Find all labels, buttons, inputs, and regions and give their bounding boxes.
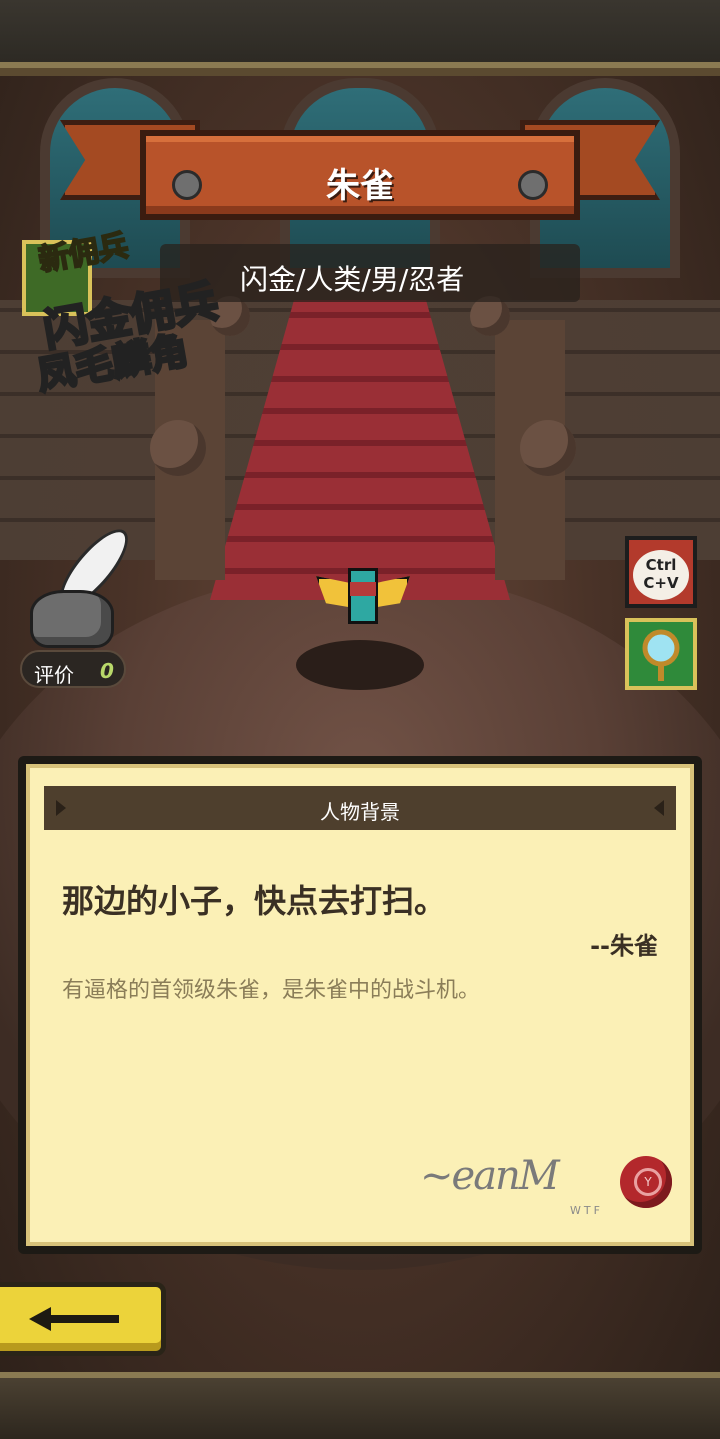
rating-button[interactable]: 评价 0 [20, 650, 126, 688]
copy-paste-button[interactable]: Ctrl C+V [625, 536, 697, 608]
mirror-icon [642, 629, 680, 681]
quote-attribution: --朱雀 [590, 932, 658, 960]
game-screen: 朱雀 闪金/人类/男/忍者 新佣兵 闪金佣兵 凤毛麟角 Ctrl C+V 评价 … [0, 0, 720, 1439]
parchment: 人物背景 那边的小子，快点去打扫。 --朱雀 有逼格的首领级朱雀，是朱雀中的战斗… [26, 764, 694, 1246]
hero-name-banner: 朱雀 [60, 100, 660, 230]
mirror-button[interactable] [625, 618, 697, 690]
hero-name: 朱雀 [326, 166, 394, 206]
signature-caption: WTF [570, 1204, 603, 1217]
banner-body: 朱雀 [140, 130, 580, 220]
hero-meta: 闪金/人类/男/忍者 [240, 263, 465, 296]
character-shadow [296, 640, 424, 690]
header-arrow-right-icon [654, 800, 664, 816]
sprite-body [348, 568, 378, 624]
panel-header: 人物背景 [44, 786, 676, 830]
bottom-frame [0, 1372, 720, 1439]
copy-paste-label: Ctrl C+V [633, 550, 689, 600]
background-panel: 人物背景 那边的小子，快点去打扫。 --朱雀 有逼格的首领级朱雀，是朱雀中的战斗… [18, 756, 702, 1254]
hero-description: 有逼格的首领级朱雀，是朱雀中的战斗机。 [62, 978, 481, 1003]
back-arrow-icon [29, 1307, 119, 1331]
rating-label: 评价 [34, 663, 74, 687]
top-frame [0, 0, 720, 76]
sprite-head [350, 582, 376, 596]
railing-post [520, 420, 576, 476]
hero-quote: 那边的小子，快点去打扫。 [62, 882, 447, 920]
seal-letter: Y [634, 1168, 662, 1196]
ink-pot [30, 590, 114, 648]
signature-icon: ~eanM [420, 1153, 560, 1199]
rating-value: 0 [100, 659, 114, 683]
wax-seal-icon: Y [620, 1156, 672, 1208]
back-button[interactable] [0, 1282, 166, 1356]
panel-title: 人物背景 [320, 800, 400, 824]
ink-pot-icon[interactable] [30, 519, 139, 648]
railing-post [470, 296, 510, 336]
railing-post [150, 420, 206, 476]
hero-sprite[interactable] [316, 560, 410, 630]
